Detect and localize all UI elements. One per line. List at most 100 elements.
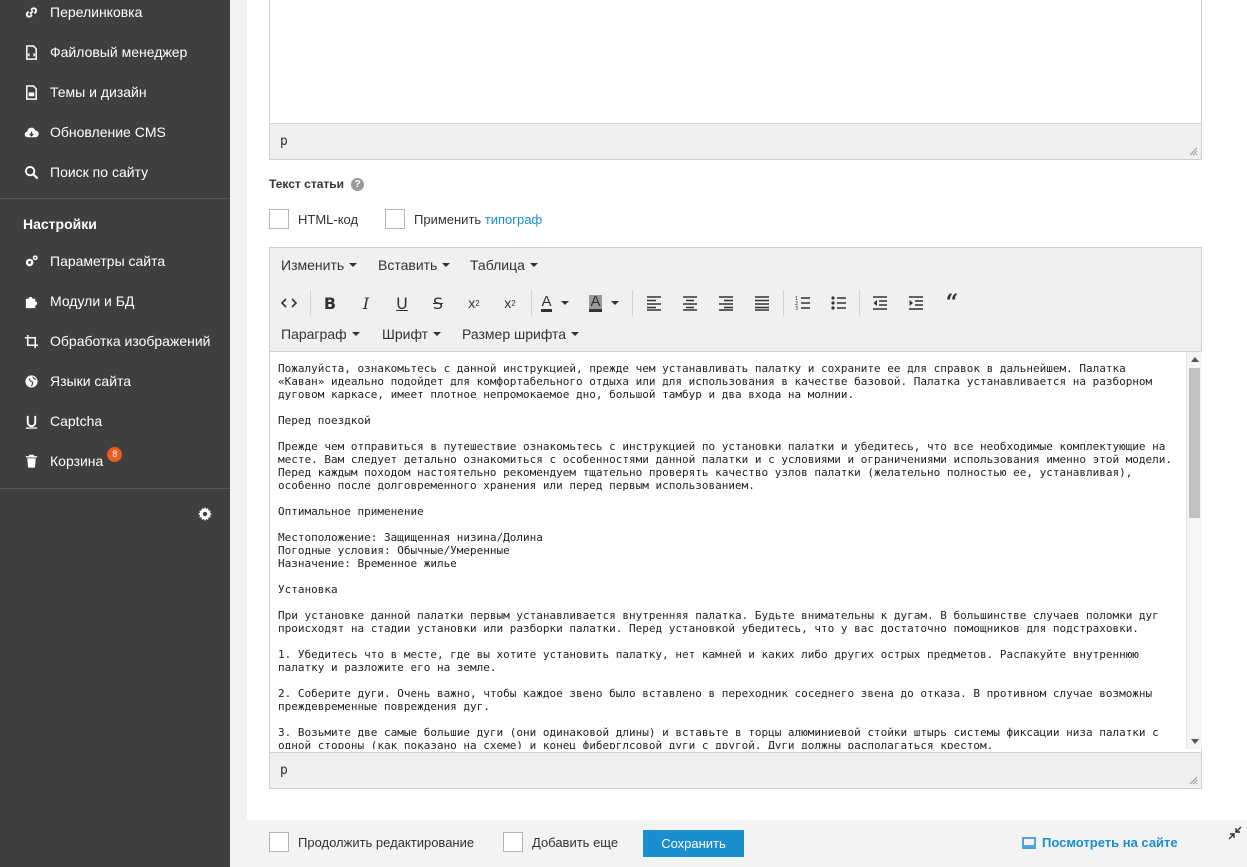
outdent-icon[interactable] xyxy=(866,291,894,315)
chevron-down-icon xyxy=(349,263,358,267)
sidebar-item-themes[interactable]: Темы и дизайн xyxy=(0,72,230,112)
element-path: p xyxy=(280,763,288,778)
globe-icon xyxy=(22,372,40,390)
sidebar-item-file-manager[interactable]: Файловый менеджер xyxy=(0,32,230,72)
file-icon xyxy=(22,43,40,61)
editor-status-bar: p xyxy=(270,123,1201,159)
toolbar-separator xyxy=(310,290,311,316)
monitor-icon xyxy=(1022,836,1036,849)
content-paragraph: Местоположение: Защищенная низина/Долина… xyxy=(278,531,543,570)
superscript-icon[interactable]: x2 xyxy=(460,291,488,315)
add-more-toggle[interactable]: Добавить еще xyxy=(503,832,618,852)
captcha-icon xyxy=(22,412,40,430)
bullet-list-icon[interactable] xyxy=(825,291,853,315)
sidebar-item-image-processing[interactable]: Обработка изображений xyxy=(0,321,230,361)
cloud-download-icon xyxy=(22,123,40,141)
underline-icon[interactable]: U xyxy=(388,291,416,315)
bold-icon[interactable]: B xyxy=(316,291,344,315)
menu-table[interactable]: Таблица xyxy=(470,257,538,273)
view-on-site-link[interactable]: Посмотреть на сайте xyxy=(1022,835,1178,850)
sidebar-item-languages[interactable]: Языки сайта xyxy=(0,361,230,401)
content-paragraph: При установке данной палатки первым уста… xyxy=(278,609,1166,635)
toolbar-separator xyxy=(632,290,633,316)
editor-scrollbar[interactable] xyxy=(1186,352,1202,749)
menu-font[interactable]: Шрифт xyxy=(382,326,442,342)
continue-editing-checkbox[interactable] xyxy=(269,832,289,852)
sidebar-item-captcha[interactable]: Captcha xyxy=(0,401,230,441)
sidebar-item-label: Обновление CMS xyxy=(50,124,166,140)
sidebar-item-site-search[interactable]: Поиск по сайту xyxy=(0,152,230,192)
sidebar: Перелинковка Файловый менеджер Темы и ди… xyxy=(0,0,230,867)
menu-paragraph[interactable]: Параграф xyxy=(281,326,360,342)
align-center-icon[interactable] xyxy=(676,291,704,315)
save-button[interactable]: Сохранить xyxy=(643,830,744,857)
align-justify-icon[interactable] xyxy=(748,291,776,315)
toolbar-separator xyxy=(531,290,532,316)
editor-toolbar: Изменить Вставить Таблица B I U S x2 x2 … xyxy=(270,248,1201,352)
theme-icon xyxy=(22,83,40,101)
sidebar-heading-settings: Настройки xyxy=(23,216,97,232)
chevron-down-icon xyxy=(571,332,580,336)
sidebar-item-trash[interactable]: Корзина 8 xyxy=(0,441,230,481)
article-editor[interactable]: Изменить Вставить Таблица B I U S x2 x2 … xyxy=(269,247,1202,789)
help-icon[interactable]: ? xyxy=(351,177,364,191)
indent-icon[interactable] xyxy=(902,291,930,315)
content-paragraph: Оптимальное применение xyxy=(278,505,424,518)
strikethrough-icon[interactable]: S xyxy=(424,291,452,315)
toolbar-separator xyxy=(783,290,784,316)
sidebar-item-label: Файловый менеджер xyxy=(50,44,188,60)
content-paragraph: Прежде чем отправиться в путешествие озн… xyxy=(278,440,1179,492)
form-footer: Продолжить редактирование Добавить еще С… xyxy=(230,820,1247,867)
resize-handle-icon[interactable] xyxy=(1189,147,1198,156)
menu-insert[interactable]: Вставить xyxy=(378,257,451,273)
main-content: p Текст статьи ? HTML-код Применить типо… xyxy=(230,0,1247,867)
sidebar-divider xyxy=(0,488,230,489)
content-paragraph: Перед поездкой xyxy=(278,414,371,427)
italic-icon[interactable]: I xyxy=(352,291,380,315)
menu-edit[interactable]: Изменить xyxy=(281,257,358,273)
trash-icon xyxy=(22,452,40,470)
scroll-up-icon[interactable] xyxy=(1191,357,1199,362)
gear-icon[interactable] xyxy=(198,507,212,521)
typograph-toggle[interactable]: Применить типограф xyxy=(385,209,542,229)
collapse-icon[interactable] xyxy=(1228,826,1242,840)
sidebar-item-site-params[interactable]: Параметры сайта xyxy=(0,241,230,281)
sidebar-divider xyxy=(0,198,230,199)
numbered-list-icon[interactable]: 123 xyxy=(789,291,817,315)
continue-editing-toggle[interactable]: Продолжить редактирование xyxy=(269,832,474,852)
menu-font-size[interactable]: Размер шрифта xyxy=(462,326,580,342)
align-left-icon[interactable] xyxy=(640,291,668,315)
html-code-toggle[interactable]: HTML-код xyxy=(269,209,358,229)
source-code-icon[interactable] xyxy=(275,291,303,315)
sidebar-item-cms-update[interactable]: Обновление CMS xyxy=(0,112,230,152)
align-right-icon[interactable] xyxy=(712,291,740,315)
link-icon xyxy=(22,3,40,21)
typograph-checkbox[interactable] xyxy=(385,209,405,229)
element-path: p xyxy=(280,134,288,149)
resize-handle-icon[interactable] xyxy=(1189,776,1198,785)
toolbar-separator xyxy=(859,290,860,316)
background-color-icon[interactable]: A xyxy=(584,291,624,315)
crop-icon xyxy=(22,332,40,350)
chevron-down-icon xyxy=(351,332,360,336)
announce-editor[interactable]: p xyxy=(269,0,1202,160)
editor-content-area[interactable]: Пожалуйста, ознакомьтесь с данной инстру… xyxy=(270,352,1184,749)
chevron-down-icon xyxy=(529,263,538,267)
subscript-icon[interactable]: x2 xyxy=(496,291,524,315)
trash-count-badge: 8 xyxy=(107,446,123,462)
typograph-link[interactable]: типограф xyxy=(485,212,542,227)
content-paragraph: 2. Соберите дуги. Очень важно, чтобы каж… xyxy=(278,687,1159,713)
sidebar-item-linking[interactable]: Перелинковка xyxy=(0,0,230,32)
sidebar-item-modules[interactable]: Модули и БД xyxy=(0,281,230,321)
scroll-down-icon[interactable] xyxy=(1191,739,1199,744)
chevron-down-icon xyxy=(442,263,451,267)
gears-icon xyxy=(22,252,40,270)
scrollbar-thumb[interactable] xyxy=(1189,368,1200,518)
text-color-icon[interactable]: A xyxy=(535,291,575,315)
blockquote-icon[interactable]: “ xyxy=(938,290,966,316)
html-code-checkbox[interactable] xyxy=(269,209,289,229)
content-paragraph: Установка xyxy=(278,583,338,596)
sidebar-item-label: Темы и дизайн xyxy=(50,84,147,100)
editor-status-bar: p xyxy=(270,752,1201,788)
add-more-checkbox[interactable] xyxy=(503,832,523,852)
